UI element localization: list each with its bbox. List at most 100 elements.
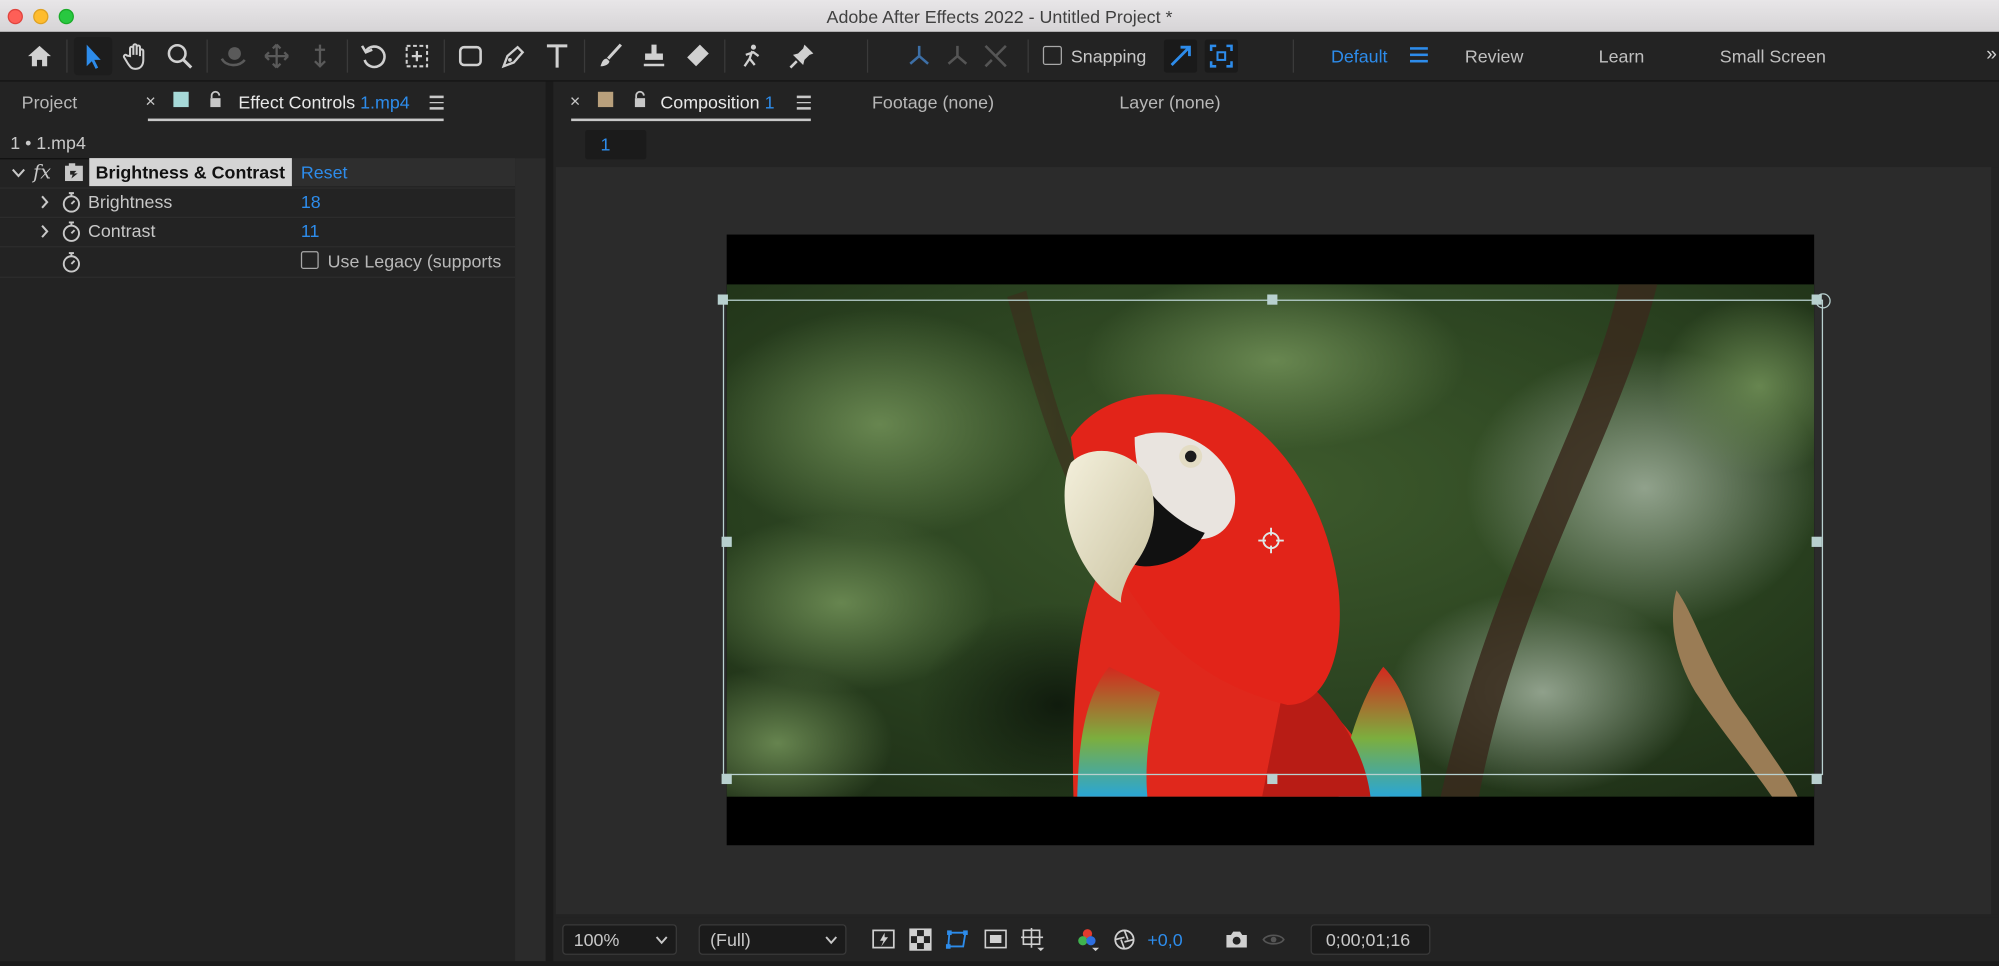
grid-and-guides-icon[interactable]	[1017, 926, 1048, 954]
more-workspaces-icon[interactable]: »	[1986, 43, 1997, 65]
type-tool-icon[interactable]	[538, 37, 576, 75]
eraser-tool-icon[interactable]	[678, 37, 716, 75]
toolbar-divider	[866, 39, 869, 73]
transform-handle[interactable]	[1267, 773, 1278, 785]
title-bar: Adobe After Effects 2022 - Untitled Proj…	[0, 0, 1999, 34]
label-color-swatch	[597, 91, 614, 108]
tab-layer[interactable]: Layer (none)	[1119, 92, 1220, 112]
stopwatch-icon[interactable]	[61, 221, 81, 243]
effect-preset-icon	[65, 163, 83, 182]
transform-handle[interactable]	[721, 536, 732, 547]
snapping-label: Snapping	[1070, 45, 1147, 67]
chevron-right-icon[interactable]	[40, 224, 50, 238]
snapshot-camera-icon[interactable]	[1221, 926, 1252, 954]
effect-controls-layer-link[interactable]: 1.mp4	[360, 92, 410, 112]
brightness-value[interactable]: 18	[301, 191, 321, 211]
brush-tool-icon[interactable]	[592, 37, 630, 75]
pen-tool-icon[interactable]	[495, 37, 533, 75]
composition-navigator-chip[interactable]: 1	[585, 130, 647, 160]
selection-tool-icon[interactable]	[73, 36, 113, 76]
panel-scrollbar[interactable]	[515, 158, 546, 962]
tab-project[interactable]: Project	[22, 92, 78, 112]
chevron-down-icon[interactable]	[11, 167, 25, 178]
property-name: Contrast	[87, 220, 156, 241]
show-channel-icon[interactable]	[1072, 926, 1103, 954]
tab-composition[interactable]: Composition 1	[660, 92, 774, 112]
toolbar-divider	[66, 39, 68, 73]
toolbar-divider	[724, 39, 726, 73]
mask-path-visibility-icon[interactable]	[942, 926, 973, 954]
transform-handle[interactable]	[1815, 293, 1831, 309]
effect-reset-cell: Reset	[291, 158, 516, 187]
workspace-learn[interactable]: Learn	[1599, 46, 1645, 66]
workspace-menu-icon[interactable]	[1410, 47, 1428, 64]
workspace-small-screen[interactable]: Small Screen	[1720, 46, 1826, 66]
transform-handle[interactable]	[717, 294, 728, 305]
world-axis-mode-icon	[938, 37, 976, 75]
rectangle-tool-icon[interactable]	[451, 37, 489, 75]
reset-exposure-icon[interactable]	[1109, 926, 1140, 954]
stopwatch-icon[interactable]	[61, 251, 81, 273]
close-tab-icon[interactable]: ×	[570, 91, 580, 111]
snap-features-icon[interactable]	[1204, 39, 1238, 73]
tab-effect-controls[interactable]: Effect Controls 1.mp4	[238, 92, 409, 112]
resolution-dropdown[interactable]: (Full)	[698, 924, 847, 955]
lock-icon[interactable]	[631, 90, 649, 109]
viewer-edge	[1991, 167, 1999, 915]
composition-viewer[interactable]	[555, 167, 1992, 915]
transform-handle[interactable]	[1811, 773, 1822, 785]
stopwatch-icon[interactable]	[61, 191, 81, 213]
snapping-checkbox[interactable]	[1042, 45, 1062, 66]
snap-edges-icon[interactable]	[1163, 39, 1198, 73]
use-legacy-label: Use Legacy (supports	[327, 251, 502, 272]
transform-handle[interactable]	[1811, 536, 1822, 547]
zoom-tool-icon[interactable]	[161, 37, 199, 75]
toolbar-divider	[206, 39, 208, 73]
pan-behind-tool-icon[interactable]	[398, 37, 436, 75]
window-title: Adobe After Effects 2022 - Untitled Proj…	[826, 6, 1173, 27]
contrast-value[interactable]: 11	[301, 221, 320, 241]
transform-handle[interactable]	[721, 773, 732, 785]
rotation-tool-icon[interactable]	[354, 37, 392, 75]
panel-menu-icon[interactable]	[796, 95, 811, 110]
reset-button[interactable]: Reset	[301, 162, 348, 182]
close-tab-icon[interactable]: ×	[145, 91, 155, 111]
region-of-interest-icon[interactable]	[980, 926, 1011, 954]
lock-icon[interactable]	[207, 90, 225, 109]
toolbar-divider	[1027, 39, 1029, 73]
anchor-point-icon[interactable]	[1256, 525, 1287, 556]
effect-controls-panel: Project × Effect Controls 1.mp4 1 • 1.mp…	[0, 81, 546, 962]
chevron-down-icon	[825, 936, 838, 945]
chevron-down-icon	[655, 936, 668, 945]
effect-header-row: fx Brightness & Contrast Reset	[0, 158, 516, 189]
clone-stamp-tool-icon[interactable]	[635, 37, 673, 75]
toolbar-divider	[1292, 39, 1294, 73]
chevron-right-icon[interactable]	[40, 195, 50, 209]
transparency-grid-icon[interactable]	[905, 926, 936, 954]
fast-previews-icon[interactable]	[868, 926, 899, 954]
home-icon[interactable]	[20, 37, 58, 75]
panel-menu-icon[interactable]	[429, 95, 444, 110]
workspace-review[interactable]: Review	[1465, 46, 1524, 66]
current-time-display[interactable]: 0;00;01;16	[1310, 924, 1431, 955]
show-snapshot-icon	[1258, 926, 1289, 954]
hand-tool-icon[interactable]	[117, 37, 155, 75]
use-legacy-checkbox[interactable]	[300, 251, 319, 269]
property-row-use-legacy: Use Legacy (supports	[0, 246, 516, 278]
transform-handle[interactable]	[1267, 294, 1278, 305]
panel-divider[interactable]	[545, 81, 554, 966]
tools-panel: Snapping Default Review Learn Small Scre…	[0, 31, 1999, 82]
magnification-dropdown[interactable]: 100%	[562, 924, 677, 955]
puppet-pin-tool-icon[interactable]	[783, 37, 821, 75]
roto-brush-tool-icon[interactable]	[732, 37, 770, 75]
tab-footage[interactable]: Footage (none)	[872, 92, 994, 112]
viewer-controls-bar: 100% (Full) +0,0 0;00;01;16	[555, 917, 1999, 962]
fx-toggle[interactable]: fx	[33, 161, 51, 184]
pan-camera-icon	[258, 37, 296, 75]
workspace-default[interactable]: Default	[1331, 46, 1388, 66]
property-row-brightness: Brightness 18	[0, 187, 516, 219]
exposure-value[interactable]: +0,0	[1147, 929, 1182, 949]
toolbar-divider	[443, 39, 445, 73]
property-row-contrast: Contrast 11	[0, 217, 516, 248]
effect-name[interactable]: Brightness & Contrast	[89, 158, 292, 187]
